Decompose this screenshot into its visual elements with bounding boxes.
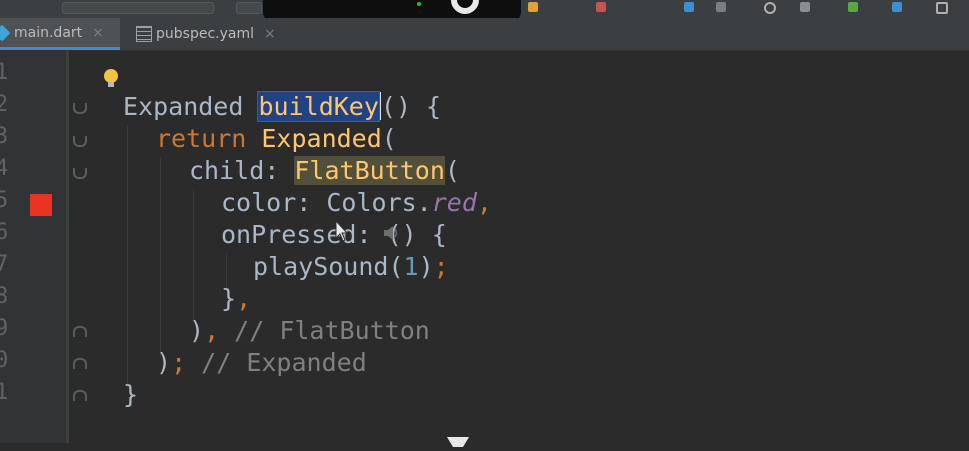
code-line-6[interactable]: onPressed: () { [221, 219, 447, 251]
fold-expand-icon[interactable] [73, 390, 87, 401]
code-line-5[interactable]: color: Colors.red, [221, 187, 492, 219]
fold-collapse-icon[interactable] [73, 168, 87, 179]
line-number: 8 [0, 284, 9, 309]
settings-icon[interactable] [764, 2, 776, 14]
fold-collapse-icon[interactable] [73, 103, 87, 114]
close-icon[interactable]: × [264, 26, 276, 42]
line-number: 0 [0, 348, 9, 373]
intention-bulb-icon[interactable] [104, 69, 118, 87]
line-number: 6 [0, 220, 9, 245]
indent-guide [193, 189, 194, 323]
fold-collapse-icon[interactable] [73, 136, 87, 147]
speaker-icon [382, 224, 402, 246]
comma: , [476, 188, 492, 217]
code-line-7[interactable]: playSound(1); [253, 251, 449, 283]
download-icon[interactable] [892, 2, 902, 12]
function-call: playSound( [253, 252, 404, 281]
semicolon: ; [171, 348, 187, 377]
code-line-4[interactable]: child: FlatButton( [189, 155, 460, 187]
code-comment: // FlatButton [219, 316, 430, 345]
tab-label: main.dart [14, 24, 83, 41]
code-text: ) [156, 348, 172, 377]
code-line-3[interactable]: return Expanded( [156, 123, 397, 155]
code-line-10[interactable]: ); // Expanded [156, 347, 367, 379]
return-type: Expanded [123, 92, 244, 121]
code-line-9[interactable]: ), // FlatButton [189, 315, 430, 347]
class-name-highlighted: FlatButton [294, 156, 445, 185]
semicolon: ; [433, 252, 449, 281]
comma: , [236, 284, 252, 313]
line-number: 2 [0, 92, 9, 117]
code-text: ( [381, 124, 397, 153]
run-icon[interactable] [528, 2, 538, 12]
number-literal: 1 [403, 252, 419, 281]
line-number: 5 [0, 188, 9, 213]
toolbar-button[interactable] [62, 2, 214, 14]
hot-reload-icon[interactable] [684, 2, 694, 12]
class-name: Expanded [261, 124, 382, 153]
android-icon[interactable] [848, 2, 858, 12]
selected-method-name[interactable]: buildKey [257, 91, 380, 122]
line-number: 3 [0, 124, 9, 149]
code-text: } [123, 380, 139, 409]
fold-expand-icon[interactable] [73, 326, 87, 337]
indent-guide [127, 125, 128, 387]
keyword: return [156, 124, 247, 153]
line-number: 9 [0, 316, 9, 341]
dart-file-icon [0, 25, 10, 41]
gutter-separator [66, 51, 69, 443]
line-number: 1 [0, 60, 9, 85]
breakpoint-marker[interactable] [30, 194, 52, 216]
property-name: color: Colors. [221, 188, 432, 217]
code-line-11[interactable]: } [123, 379, 138, 411]
code-text: () { [380, 92, 442, 121]
cursor-handle-icon [445, 432, 471, 447]
comma: , [204, 316, 220, 345]
device-icon[interactable] [716, 2, 726, 12]
tab-pubspec-yaml[interactable]: pubspec.yaml × [126, 18, 302, 50]
editor-tab-bar: main.dart × pubspec.yaml × [0, 18, 969, 51]
line-number: 4 [0, 156, 9, 181]
static-field: red [431, 188, 477, 217]
sync-icon[interactable] [800, 2, 810, 12]
code-line-2[interactable]: Expanded buildKey() { [123, 91, 441, 123]
code-line-8[interactable]: }, [221, 283, 251, 315]
code-text: } [221, 284, 237, 313]
overlay-glyph-icon [451, 0, 479, 14]
stop-icon[interactable] [596, 2, 606, 12]
code-comment: // Expanded [186, 348, 367, 377]
tab-label: pubspec.yaml [156, 26, 254, 42]
line-number: 7 [0, 252, 9, 277]
fold-expand-icon[interactable] [73, 358, 87, 369]
code-text: ) [189, 316, 205, 345]
property-name: onPressed: () { [221, 220, 447, 249]
mouse-pointer-icon [335, 220, 349, 242]
indent-guide [160, 157, 161, 355]
code-text: ) [418, 252, 434, 281]
toolbar-button[interactable] [236, 2, 262, 14]
code-text: ( [444, 156, 460, 185]
window-icon[interactable] [936, 2, 948, 14]
property-name: child: [189, 156, 295, 185]
status-dot [417, 2, 421, 6]
close-icon[interactable]: × [92, 25, 104, 41]
yaml-file-icon [136, 26, 152, 42]
line-number: 1 [0, 380, 9, 405]
tab-main-dart[interactable]: main.dart × [0, 18, 120, 50]
